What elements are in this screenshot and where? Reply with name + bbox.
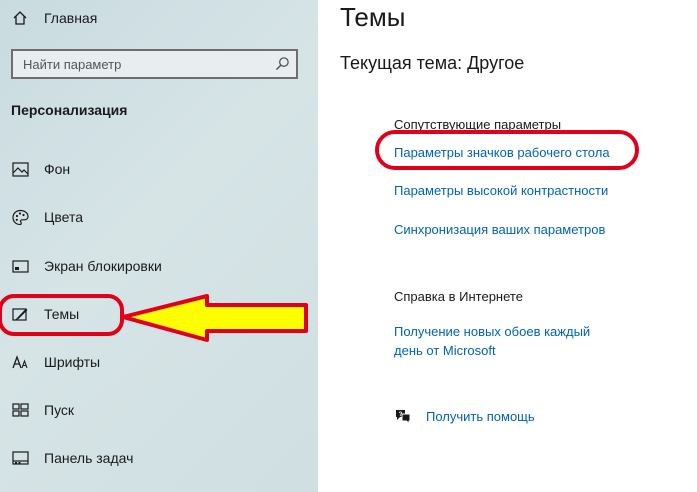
- home-nav-item[interactable]: Главная: [0, 0, 318, 36]
- sync-settings-link[interactable]: Синхронизация ваших параметров: [394, 220, 605, 239]
- desktop-icon-settings-link[interactable]: Параметры значков рабочего стола: [394, 143, 610, 162]
- home-icon: [13, 11, 27, 25]
- get-help-link[interactable]: ? Получить помощь: [394, 406, 654, 428]
- sidebar-item-taskbar[interactable]: Панель задач: [0, 438, 318, 478]
- new-wallpapers-link-line2: день от Microsoft: [394, 343, 496, 358]
- picture-icon: [12, 162, 29, 177]
- chat-help-icon: ?: [396, 410, 411, 425]
- sidebar-item-label: Пуск: [44, 402, 75, 418]
- sidebar-item-lock-screen[interactable]: Экран блокировки: [0, 246, 318, 286]
- new-wallpapers-link-line1: Получение новых обоев каждый: [394, 324, 591, 339]
- sidebar-item-label: Фон: [44, 161, 71, 177]
- current-theme-label: Текущая тема: Другое: [340, 53, 525, 73]
- sidebar-item-label: Цвета: [44, 209, 83, 225]
- get-help-label: Получить помощь: [426, 409, 535, 424]
- settings-window: Главная Персонализация Фон: [0, 0, 697, 492]
- sidebar-item-label: Экран блокировки: [44, 258, 162, 274]
- sidebar-item-fonts[interactable]: Шрифты: [0, 342, 318, 382]
- sidebar-item-themes[interactable]: Темы: [0, 294, 318, 334]
- section-title: Персонализация: [11, 102, 128, 118]
- svg-text:?: ?: [399, 412, 403, 418]
- lock-screen-icon: [12, 260, 29, 273]
- palette-icon: [12, 209, 29, 226]
- related-settings-title: Сопутствующие параметры: [394, 117, 562, 132]
- web-help-title: Справка в Интернете: [394, 289, 523, 304]
- font-icon: [12, 355, 28, 369]
- sidebar: Главная Персонализация Фон: [0, 0, 318, 492]
- sidebar-item-label: Панель задач: [44, 450, 134, 466]
- new-wallpapers-link[interactable]: Получение новых обоев каждый день от Mic…: [394, 322, 590, 360]
- taskbar-icon: [12, 451, 29, 465]
- sidebar-item-start[interactable]: Пуск: [0, 390, 318, 430]
- search-icon[interactable]: [275, 56, 290, 71]
- start-icon: [12, 403, 29, 417]
- themes-icon: [12, 308, 28, 321]
- high-contrast-settings-link[interactable]: Параметры высокой контрастности: [394, 181, 608, 200]
- home-label: Главная: [44, 10, 98, 26]
- sidebar-item-colors[interactable]: Цвета: [0, 197, 318, 237]
- sidebar-item-background[interactable]: Фон: [0, 149, 318, 189]
- main-content: Темы Текущая тема: Другое Сопутствующие …: [318, 0, 697, 492]
- search-box[interactable]: [11, 49, 298, 79]
- sidebar-item-label: Шрифты: [44, 354, 101, 370]
- search-input[interactable]: [13, 51, 263, 77]
- sidebar-item-label: Темы: [44, 306, 80, 322]
- page-title: Темы: [340, 2, 406, 32]
